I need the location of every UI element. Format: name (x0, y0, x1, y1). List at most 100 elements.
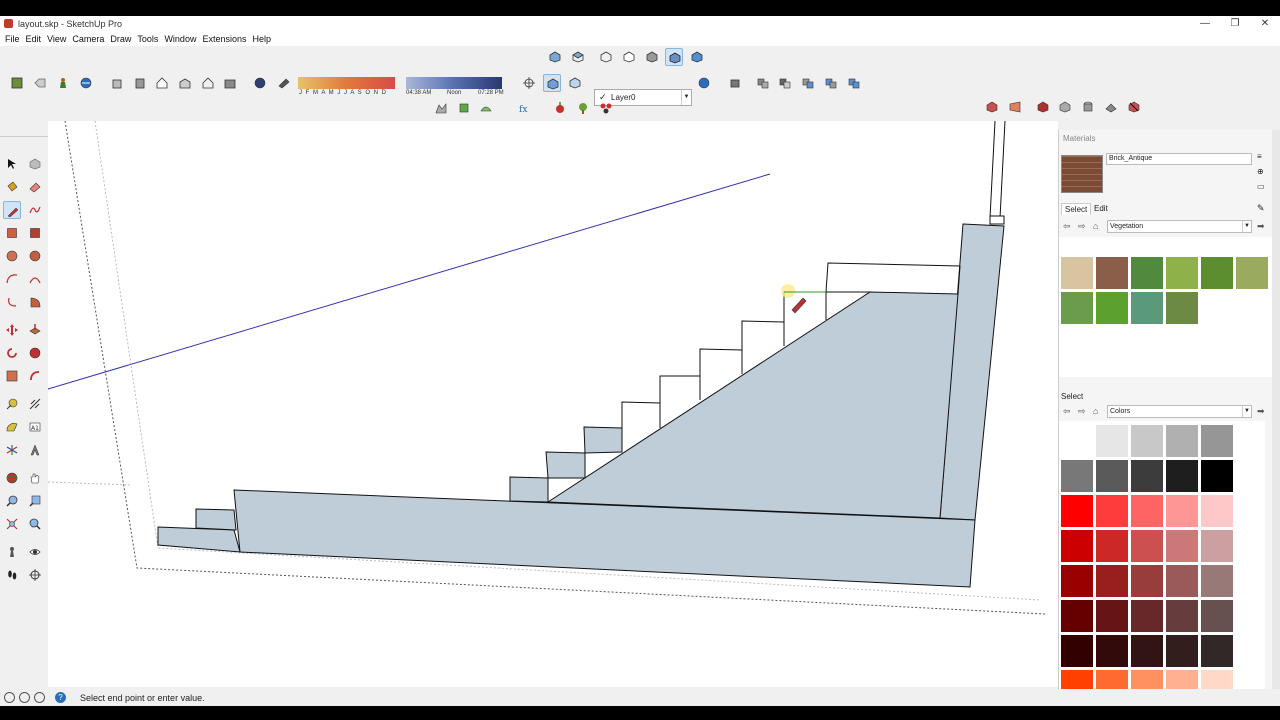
layer-manager-button[interactable] (695, 74, 713, 92)
rotate-tool-button[interactable] (3, 344, 21, 362)
dimension-tool-button[interactable] (26, 395, 44, 413)
plant-tool-button[interactable] (551, 99, 569, 117)
create-material-icon[interactable]: ⊕ (1257, 167, 1267, 177)
look-through-button[interactable] (1034, 98, 1052, 116)
close-button[interactable]: ✕ (1250, 16, 1280, 31)
color-swatch[interactable] (1166, 565, 1198, 597)
library-select[interactable]: Vegetation ▼ (1107, 220, 1252, 233)
two-point-arc-button[interactable] (26, 270, 44, 288)
color-swatch[interactable] (1131, 425, 1163, 457)
color-swatch[interactable] (1201, 565, 1233, 597)
previous-view-button[interactable] (26, 515, 44, 533)
color-swatch[interactable] (1201, 635, 1233, 667)
menu-help[interactable]: Help (252, 34, 271, 44)
forward-icon[interactable]: ⇨ (1078, 221, 1086, 232)
top-view-button[interactable] (569, 48, 587, 66)
color-swatch[interactable] (1096, 495, 1128, 527)
paint-bucket-button[interactable] (3, 178, 21, 196)
front-view-button[interactable] (131, 74, 149, 92)
color-swatch[interactable] (1061, 495, 1093, 527)
color-swatch[interactable] (1096, 425, 1128, 457)
subtract-button[interactable] (776, 74, 794, 92)
advanced-camera-button[interactable] (983, 98, 1001, 116)
3d-text-button[interactable] (26, 441, 44, 459)
menu-window[interactable]: Window (164, 34, 196, 44)
color-swatch[interactable] (1096, 460, 1128, 492)
menu-view[interactable]: View (47, 34, 66, 44)
color-swatch[interactable] (1131, 600, 1163, 632)
color-swatch[interactable] (1096, 530, 1128, 562)
camera-frustum-button[interactable] (1006, 98, 1024, 116)
color-swatch[interactable] (1096, 635, 1128, 667)
color-swatch[interactable] (1061, 635, 1093, 667)
polygon-tool-button[interactable] (26, 247, 44, 265)
follow-me-button[interactable] (26, 344, 44, 362)
color-swatch[interactable] (1096, 600, 1128, 632)
rotated-rectangle-button[interactable] (26, 224, 44, 242)
menu-draw[interactable]: Draw (110, 34, 131, 44)
time-slider[interactable] (406, 77, 502, 89)
color-swatch[interactable] (1131, 635, 1163, 667)
details-arrow-icon[interactable]: ➡ (1257, 221, 1265, 232)
extension-warehouse-button[interactable] (77, 74, 95, 92)
select-tool-button[interactable] (3, 155, 21, 173)
home-icon[interactable]: ⌂ (1093, 221, 1098, 231)
model-canvas[interactable] (48, 121, 1058, 687)
material-swatch[interactable] (1131, 257, 1163, 289)
component-hide-button[interactable] (566, 74, 584, 92)
sandbox-from-contours-button[interactable] (432, 99, 450, 117)
rectangle-tool-button[interactable] (3, 224, 21, 242)
tape-measure-button[interactable] (3, 395, 21, 413)
color-swatch[interactable] (1166, 635, 1198, 667)
camera-reset-button[interactable] (1056, 98, 1074, 116)
position-camera-button[interactable] (3, 543, 21, 561)
axes-tool-button[interactable] (3, 441, 21, 459)
share-model-button[interactable] (31, 74, 49, 92)
menu-camera[interactable]: Camera (72, 34, 104, 44)
freehand-button[interactable] (26, 201, 44, 219)
color-swatch[interactable] (1201, 460, 1233, 492)
tab-select[interactable]: Select (1061, 203, 1092, 215)
color-swatch[interactable] (1131, 495, 1163, 527)
color-swatch[interactable] (1131, 460, 1163, 492)
sandbox-from-scratch-button[interactable] (455, 99, 473, 117)
geo-location-icon[interactable] (4, 692, 15, 703)
protractor-button[interactable] (3, 418, 21, 436)
color-swatch[interactable] (1201, 425, 1233, 457)
move-tool-button[interactable] (3, 321, 21, 339)
details-icon[interactable]: ≡ (1257, 152, 1267, 162)
material-swatch[interactable] (1061, 257, 1093, 289)
make-component-button[interactable] (26, 155, 44, 173)
back-icon[interactable]: ⇦ (1063, 221, 1071, 232)
color-swatch[interactable] (1166, 425, 1198, 457)
shaded-style-button[interactable] (643, 48, 661, 66)
color-swatch[interactable] (1061, 460, 1093, 492)
scatter-tool-button[interactable] (597, 99, 615, 117)
material-swatch[interactable] (1061, 292, 1093, 324)
material-swatch[interactable] (1166, 292, 1198, 324)
arc-tool-button[interactable] (3, 270, 21, 288)
smoove-button[interactable] (477, 99, 495, 117)
current-material-preview[interactable] (1061, 155, 1103, 193)
color-swatch[interactable] (1061, 600, 1093, 632)
color-swatch[interactable] (1201, 530, 1233, 562)
shadows-toggle-button[interactable] (251, 74, 269, 92)
material-swatch[interactable] (1166, 257, 1198, 289)
credits-icon[interactable] (19, 692, 30, 703)
pie-tool-button[interactable] (26, 293, 44, 311)
circle-tool-button[interactable] (3, 247, 21, 265)
color-swatch[interactable] (1201, 495, 1233, 527)
color-swatch[interactable] (1166, 600, 1198, 632)
tree-tool-button[interactable] (574, 99, 592, 117)
zoom-extents-button[interactable] (3, 515, 21, 533)
color-swatch[interactable] (1166, 530, 1198, 562)
textured-style-button[interactable] (665, 48, 683, 66)
walk-tool-button[interactable] (3, 566, 21, 584)
date-slider[interactable] (298, 77, 395, 89)
component-edit-button[interactable] (543, 74, 561, 92)
material-name-field[interactable]: Brick_Antique (1106, 153, 1252, 165)
iso-view-button[interactable] (546, 48, 564, 66)
right-view-button[interactable] (176, 74, 194, 92)
user-icon[interactable] (34, 692, 45, 703)
material-swatch[interactable] (1096, 292, 1128, 324)
